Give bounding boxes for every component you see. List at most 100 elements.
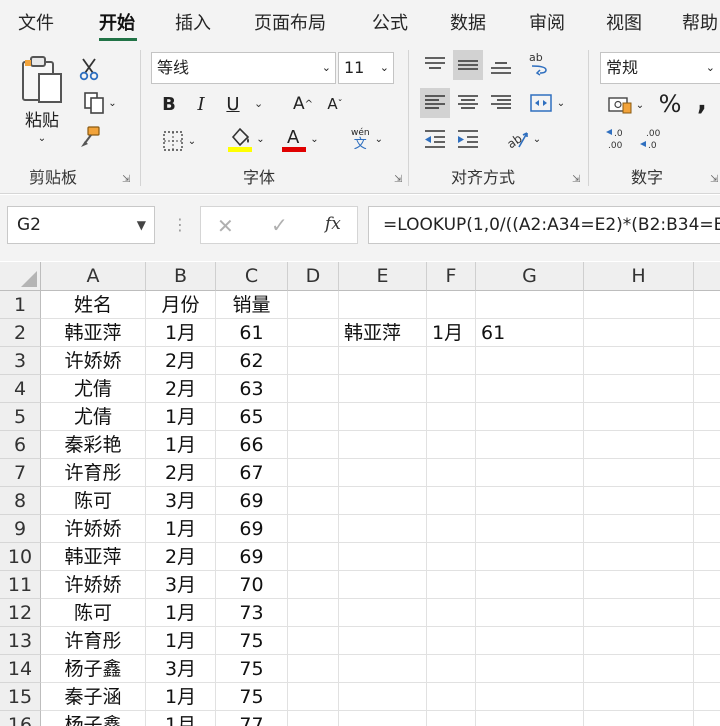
column-header-d[interactable]: D bbox=[288, 262, 339, 291]
cell-d[interactable] bbox=[288, 711, 339, 726]
cell-c[interactable]: 67 bbox=[216, 459, 288, 487]
tab-6[interactable]: 审阅 bbox=[529, 9, 565, 35]
cell-d[interactable] bbox=[288, 431, 339, 459]
column-header-h[interactable]: H bbox=[584, 262, 694, 291]
cell-c[interactable]: 75 bbox=[216, 655, 288, 683]
cell-next[interactable] bbox=[694, 347, 720, 375]
cell-e[interactable] bbox=[339, 571, 427, 599]
increase-indent-button[interactable] bbox=[453, 124, 483, 154]
cell-g[interactable] bbox=[476, 515, 584, 543]
caret-down-icon[interactable]: ▼ bbox=[137, 207, 146, 243]
cell-g[interactable] bbox=[476, 291, 584, 319]
font-name-select[interactable]: 等线 ⌄ bbox=[151, 52, 336, 84]
cell-next[interactable] bbox=[694, 515, 720, 543]
cell-g[interactable] bbox=[476, 543, 584, 571]
column-header-next[interactable] bbox=[694, 262, 720, 291]
cell-c[interactable]: 69 bbox=[216, 543, 288, 571]
cell-e[interactable] bbox=[339, 347, 427, 375]
align-center-button[interactable] bbox=[453, 88, 483, 118]
cell-f[interactable] bbox=[427, 375, 476, 403]
row-header[interactable]: 3 bbox=[0, 347, 41, 375]
cell-next[interactable] bbox=[694, 655, 720, 683]
cell-g[interactable] bbox=[476, 375, 584, 403]
cell-b[interactable]: 1月 bbox=[146, 599, 216, 627]
cell-next[interactable] bbox=[694, 459, 720, 487]
cell-b[interactable]: 1月 bbox=[146, 403, 216, 431]
cell-f[interactable] bbox=[427, 543, 476, 571]
cell-d[interactable] bbox=[288, 543, 339, 571]
cell-f[interactable] bbox=[427, 291, 476, 319]
cell-c[interactable]: 65 bbox=[216, 403, 288, 431]
cell-f[interactable] bbox=[427, 683, 476, 711]
tab-4[interactable]: 公式 bbox=[372, 9, 408, 35]
cell-next[interactable] bbox=[694, 711, 720, 726]
tab-7[interactable]: 视图 bbox=[606, 9, 642, 35]
decrease-indent-button[interactable] bbox=[420, 124, 450, 154]
cell-next[interactable] bbox=[694, 403, 720, 431]
cell-a[interactable]: 许娇娇 bbox=[41, 347, 146, 375]
cell-e[interactable] bbox=[339, 655, 427, 683]
cell-g[interactable] bbox=[476, 599, 584, 627]
cell-next[interactable] bbox=[694, 571, 720, 599]
cell-b[interactable]: 1月 bbox=[146, 319, 216, 347]
cell-e[interactable] bbox=[339, 431, 427, 459]
row-header[interactable]: 7 bbox=[0, 459, 41, 487]
cell-a[interactable]: 尤倩 bbox=[41, 403, 146, 431]
column-header-c[interactable]: C bbox=[216, 262, 288, 291]
cell-c[interactable]: 69 bbox=[216, 515, 288, 543]
cell-e[interactable] bbox=[339, 515, 427, 543]
cell-h[interactable] bbox=[584, 291, 694, 319]
cell-c[interactable]: 77 bbox=[216, 711, 288, 726]
cell-h[interactable] bbox=[584, 319, 694, 347]
cell-h[interactable] bbox=[584, 711, 694, 726]
cell-e[interactable] bbox=[339, 487, 427, 515]
cell-g[interactable] bbox=[476, 487, 584, 515]
row-header[interactable]: 1 bbox=[0, 291, 41, 319]
tab-0[interactable]: 文件 bbox=[18, 9, 54, 35]
cell-b[interactable]: 2月 bbox=[146, 375, 216, 403]
cell-d[interactable] bbox=[288, 683, 339, 711]
cell-d[interactable] bbox=[288, 627, 339, 655]
cell-b[interactable]: 3月 bbox=[146, 571, 216, 599]
row-header[interactable]: 6 bbox=[0, 431, 41, 459]
cell-b[interactable]: 3月 bbox=[146, 655, 216, 683]
accounting-format-button[interactable]: ⌄ bbox=[602, 92, 650, 118]
cell-h[interactable] bbox=[584, 599, 694, 627]
top-align-button[interactable] bbox=[420, 50, 450, 80]
dialog-launcher-icon[interactable]: ⇲ bbox=[710, 174, 718, 185]
cell-h[interactable] bbox=[584, 683, 694, 711]
row-header[interactable]: 5 bbox=[0, 403, 41, 431]
cell-a[interactable]: 陈可 bbox=[41, 599, 146, 627]
cell-a[interactable]: 姓名 bbox=[41, 291, 146, 319]
cell-d[interactable] bbox=[288, 599, 339, 627]
dialog-launcher-icon[interactable]: ⇲ bbox=[572, 174, 580, 185]
copy-button[interactable]: ⌄ bbox=[76, 90, 124, 116]
cell-c[interactable]: 63 bbox=[216, 375, 288, 403]
comma-style-button[interactable]: , bbox=[692, 87, 712, 117]
tab-5[interactable]: 数据 bbox=[450, 9, 486, 35]
cell-f[interactable] bbox=[427, 431, 476, 459]
column-header-a[interactable]: A bbox=[41, 262, 146, 291]
cell-c[interactable]: 61 bbox=[216, 319, 288, 347]
cell-h[interactable] bbox=[584, 375, 694, 403]
cell-d[interactable] bbox=[288, 291, 339, 319]
cell-h[interactable] bbox=[584, 487, 694, 515]
cell-d[interactable] bbox=[288, 515, 339, 543]
cell-e[interactable] bbox=[339, 291, 427, 319]
cell-b[interactable]: 1月 bbox=[146, 515, 216, 543]
italic-button[interactable]: I bbox=[190, 92, 212, 116]
cell-h[interactable] bbox=[584, 571, 694, 599]
cell-next[interactable] bbox=[694, 543, 720, 571]
formula-input[interactable]: =LOOKUP(1,0/((A2:A34=E2)*(B2:B34=E3)),C2… bbox=[368, 206, 720, 244]
cell-e[interactable] bbox=[339, 599, 427, 627]
chevron-down-icon[interactable]: ⌄ bbox=[38, 133, 46, 144]
font-size-select[interactable]: 11 ⌄ bbox=[338, 52, 394, 84]
cell-a[interactable]: 许娇娇 bbox=[41, 515, 146, 543]
cell-f[interactable] bbox=[427, 487, 476, 515]
fill-color-button[interactable]: ⌄ bbox=[222, 124, 270, 154]
cell-g[interactable] bbox=[476, 683, 584, 711]
cell-f[interactable] bbox=[427, 627, 476, 655]
tab-1[interactable]: 开始 bbox=[99, 9, 135, 35]
cell-a[interactable]: 韩亚萍 bbox=[41, 543, 146, 571]
cell-c[interactable]: 销量 bbox=[216, 291, 288, 319]
